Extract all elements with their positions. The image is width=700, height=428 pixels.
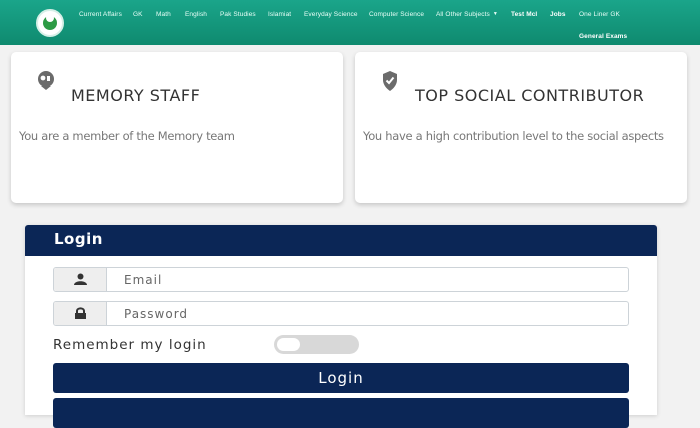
nav-jobs[interactable]: Jobs xyxy=(550,11,566,18)
email-field[interactable] xyxy=(124,268,624,291)
nav-all-other-subjects-label: All Other Subjects xyxy=(436,11,490,18)
card-description: You are a member of the Memory team xyxy=(19,129,235,143)
top-social-contributor-card: TOP SOCIAL CONTRIBUTOR You have a high c… xyxy=(355,52,687,203)
nav-everyday-science[interactable]: Everyday Science xyxy=(304,11,358,18)
login-button[interactable]: Login xyxy=(53,363,629,393)
email-addon xyxy=(54,268,107,291)
remember-toggle[interactable] xyxy=(274,335,359,354)
nav-islamiat[interactable]: Islamiat xyxy=(268,11,291,18)
nav-all-other-subjects[interactable]: All Other Subjects ▼ xyxy=(436,11,498,18)
nav-gk[interactable]: GK xyxy=(133,11,143,18)
card-title: TOP SOCIAL CONTRIBUTOR xyxy=(415,86,645,105)
lock-icon xyxy=(75,307,86,319)
remember-label: Remember my login xyxy=(53,337,207,353)
card-title: MEMORY STAFF xyxy=(71,86,201,105)
logo-crescent xyxy=(46,14,54,22)
secondary-button[interactable] xyxy=(53,398,629,428)
user-icon xyxy=(74,273,87,285)
login-header: Login xyxy=(25,225,657,256)
memory-staff-card: MEMORY STAFF You are a member of the Mem… xyxy=(11,52,343,203)
caret-down-icon: ▼ xyxy=(492,11,498,17)
email-input-group xyxy=(53,267,629,292)
password-input-group xyxy=(53,301,629,326)
password-field[interactable] xyxy=(124,302,624,325)
site-logo[interactable] xyxy=(36,9,64,37)
card-description: You have a high contribution level to th… xyxy=(363,129,664,143)
toggle-knob xyxy=(277,338,300,351)
nav-english[interactable]: English xyxy=(185,11,207,18)
nav-current-affairs[interactable]: Current Affairs xyxy=(79,11,122,18)
nav-pak-studies[interactable]: Pak Studies xyxy=(220,11,256,18)
memory-badge-icon xyxy=(38,71,54,90)
nav-math[interactable]: Math xyxy=(156,11,171,18)
nav-one-liner-gk[interactable]: One Liner GK xyxy=(579,11,620,18)
top-navbar: Current Affairs GK Math English Pak Stud… xyxy=(0,0,700,45)
password-addon xyxy=(54,302,107,325)
nav-computer-science[interactable]: Computer Science xyxy=(369,11,424,18)
login-title: Login xyxy=(54,230,103,248)
shield-check-icon xyxy=(383,71,397,91)
nav-general-exams[interactable]: General Exams xyxy=(579,33,627,40)
login-panel: Login Remember my login Login xyxy=(25,225,657,428)
nav-test-mcl[interactable]: Test Mcl xyxy=(511,11,537,18)
